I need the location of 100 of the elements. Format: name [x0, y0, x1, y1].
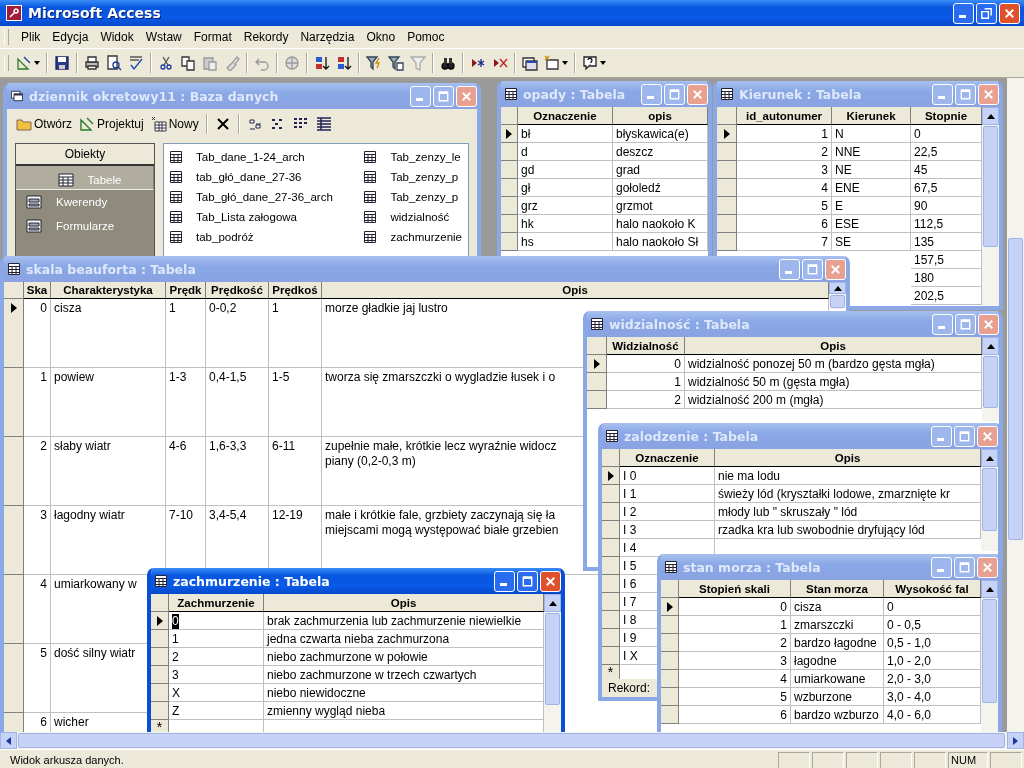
table-cell[interactable]: powiew — [54, 370, 95, 385]
table-cell[interactable]: 0,4-1,5 — [209, 370, 247, 385]
table-cell[interactable]: I 7 — [623, 595, 637, 610]
table-cell[interactable]: I 3 — [623, 523, 637, 538]
new-button[interactable]: Nowy — [147, 114, 202, 134]
table-cell[interactable]: ENE — [835, 181, 860, 196]
scroll-thumb[interactable] — [983, 126, 998, 248]
scroll-up-button[interactable] — [544, 594, 561, 612]
scroll-up-button[interactable] — [981, 449, 998, 467]
table-cell[interactable]: 1 — [272, 301, 279, 316]
table-cell[interactable]: SE — [835, 235, 851, 250]
menu-item[interactable]: Pomoc — [403, 28, 449, 46]
new-row-marker[interactable]: * — [151, 720, 169, 732]
design-button[interactable]: Projektuj — [76, 114, 147, 134]
table-cell[interactable]: widzialność 50 m (gęsta mgła) — [688, 375, 850, 390]
maximize-button[interactable] — [955, 313, 976, 335]
table-item[interactable]: widzialność — [364, 207, 462, 227]
scroll-left-button[interactable] — [0, 732, 17, 749]
close-button[interactable] — [999, 2, 1020, 24]
vertical-scrollbar[interactable] — [981, 580, 998, 732]
table-item[interactable]: Tab_zenzy_le — [364, 147, 462, 167]
table-cell[interactable]: 1,6-3,3 — [209, 439, 247, 454]
table-cell[interactable]: 45 — [914, 163, 928, 178]
table-cell[interactable]: 135 — [914, 235, 935, 250]
table-cell[interactable]: 22,5 — [914, 145, 938, 160]
table-cell[interactable]: wicher — [54, 715, 89, 730]
table-cell[interactable]: hk — [521, 217, 534, 232]
table-cell[interactable]: 0 - 0,5 — [887, 618, 922, 633]
table-cell[interactable]: 4 — [780, 672, 787, 687]
table-cell[interactable]: zmarszczki — [794, 618, 854, 633]
table-cell[interactable]: 3 — [821, 163, 828, 178]
column-header[interactable]: Stan morza — [791, 580, 884, 598]
table-cell[interactable]: 3 — [172, 668, 179, 683]
column-header[interactable]: Oznaczenie — [518, 107, 613, 125]
table-cell[interactable]: cisza — [794, 600, 822, 615]
table-cell[interactable]: 1 — [172, 632, 179, 647]
table-cell[interactable]: nie ma lodu — [718, 469, 781, 484]
table-cell[interactable]: 1-5 — [272, 370, 290, 385]
table-cell[interactable]: widzialność ponozej 50 m (bardzo gęsta mgła) — [688, 357, 935, 372]
minimize-button[interactable] — [494, 570, 515, 592]
maximize-button[interactable] — [664, 83, 685, 105]
table-cell[interactable]: 5 — [821, 199, 828, 214]
menu-item[interactable]: Okno — [362, 28, 400, 46]
table-cell[interactable]: 6 — [821, 217, 828, 232]
table-cell[interactable]: łagodne — [794, 654, 837, 669]
close-button[interactable] — [456, 85, 477, 107]
table-cell[interactable]: NE — [835, 163, 852, 178]
table-cell[interactable]: 1,0 - 2,0 — [887, 654, 932, 669]
table-cell[interactable]: I 5 — [623, 559, 637, 574]
open-button[interactable]: Otwórz — [13, 114, 75, 134]
table-item[interactable]: Tab_głó_dane_27-36_arch — [170, 187, 359, 207]
table-cell[interactable]: wzburzone — [794, 690, 853, 705]
menu-item[interactable]: Rekordy — [239, 28, 293, 46]
minimize-button[interactable] — [932, 83, 953, 105]
table-item[interactable]: Tab_dane_1-24_arch — [170, 147, 359, 167]
row-selector[interactable] — [661, 598, 679, 616]
scroll-thumb[interactable] — [983, 356, 998, 409]
table-cell[interactable]: 6-11 — [272, 439, 296, 454]
table-cell[interactable]: 12-19 — [272, 508, 303, 523]
close-button[interactable] — [540, 570, 561, 592]
scroll-up-button[interactable] — [981, 580, 998, 598]
column-header[interactable]: Kierunek — [832, 107, 911, 125]
table-cell[interactable]: 2 — [821, 145, 828, 160]
new-row-marker[interactable]: * — [602, 665, 620, 679]
table-cell[interactable]: 0 — [780, 600, 787, 615]
table-cell[interactable]: 0 — [914, 127, 921, 142]
maximize-button[interactable] — [954, 556, 975, 578]
scroll-up-button[interactable] — [982, 337, 999, 355]
table-cell[interactable]: 4 — [40, 577, 47, 592]
table-cell[interactable]: deszcz — [616, 145, 654, 160]
table-cell[interactable]: I 2 — [623, 505, 637, 520]
table-cell[interactable]: 3,4-5,4 — [209, 508, 247, 523]
scroll-thumb[interactable] — [545, 613, 560, 705]
table-item[interactable]: zachmurzenie — [364, 227, 462, 247]
column-header[interactable]: Stopnie — [911, 107, 982, 125]
table-cell[interactable]: 4-6 — [169, 439, 187, 454]
table-cell[interactable]: 6 — [780, 708, 787, 723]
table-cell[interactable]: dość silny wiatr — [54, 646, 136, 661]
minimize-button[interactable] — [410, 85, 431, 107]
table-cell[interactable]: 2 — [780, 636, 787, 651]
scroll-thumb[interactable] — [982, 599, 997, 703]
minimize-button[interactable] — [931, 556, 952, 578]
table-cell[interactable]: 2,0 - 3,0 — [887, 672, 932, 687]
minimize-button[interactable] — [953, 2, 974, 24]
maximize-button[interactable] — [955, 83, 976, 105]
table-cell[interactable]: bardzo łagodne — [794, 636, 877, 651]
table-cell[interactable]: X — [172, 686, 180, 701]
row-selector[interactable] — [717, 125, 737, 143]
table-cell[interactable]: 7 — [821, 235, 828, 250]
column-header[interactable]: Opis — [715, 449, 981, 467]
table-cell[interactable]: 1 — [780, 618, 787, 633]
restore-button[interactable] — [976, 2, 997, 24]
table-cell[interactable]: grz — [521, 199, 538, 214]
vertical-scrollbar[interactable] — [544, 594, 561, 732]
table-cell[interactable]: 1 — [40, 370, 47, 385]
row-selector[interactable] — [587, 355, 607, 373]
menu-item[interactable]: Edycja — [48, 28, 93, 46]
table-item[interactable]: tab_głó_dane_27-36 — [170, 167, 359, 187]
table-cell[interactable]: 202,5 — [914, 289, 945, 304]
table-cell[interactable]: brak zachmurzenia lub zachmurzenie niewielkie — [267, 614, 522, 629]
